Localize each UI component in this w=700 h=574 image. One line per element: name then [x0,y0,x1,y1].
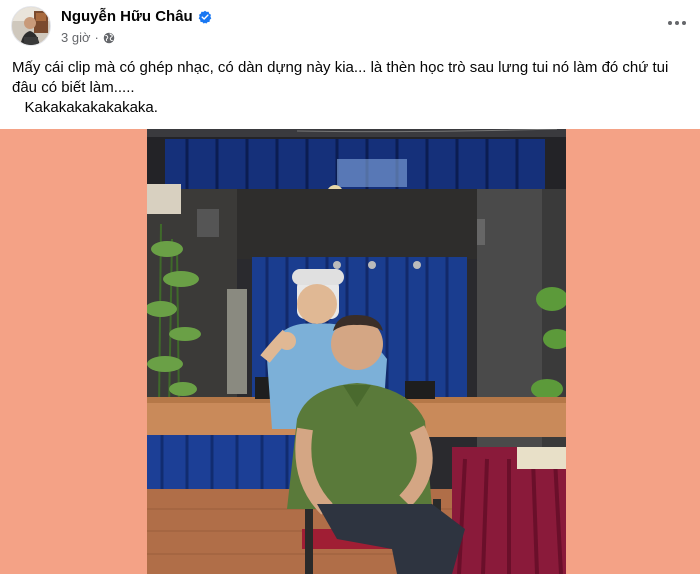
photo-container [0,129,700,574]
more-dot [675,21,679,25]
photo-image [147,129,566,574]
post-meta: 3 giờ · [61,30,115,45]
post-header: Nguyễn Hữu Châu 3 giờ · [0,0,700,52]
verified-badge-icon [198,10,212,24]
globe-icon[interactable] [103,32,115,44]
author-name[interactable]: Nguyễn Hữu Châu [61,8,193,25]
post-text-line: Mấy cái clip mà có ghép nhạc, có dàn dựn… [12,59,673,96]
more-dot [668,21,672,25]
post-text: Mấy cái clip mà có ghép nhạc, có dàn dựn… [12,58,694,118]
more-options-button[interactable] [664,10,690,36]
author-line: Nguyễn Hữu Châu [61,8,212,25]
author-avatar[interactable] [11,6,51,46]
post-timestamp[interactable]: 3 giờ [61,30,91,45]
post-text-line: Kakakakakakakaka. [12,99,158,116]
avatar-image [12,7,50,45]
meta-separator: · [94,30,99,45]
more-dot [682,21,686,25]
post-photo[interactable] [147,129,566,574]
